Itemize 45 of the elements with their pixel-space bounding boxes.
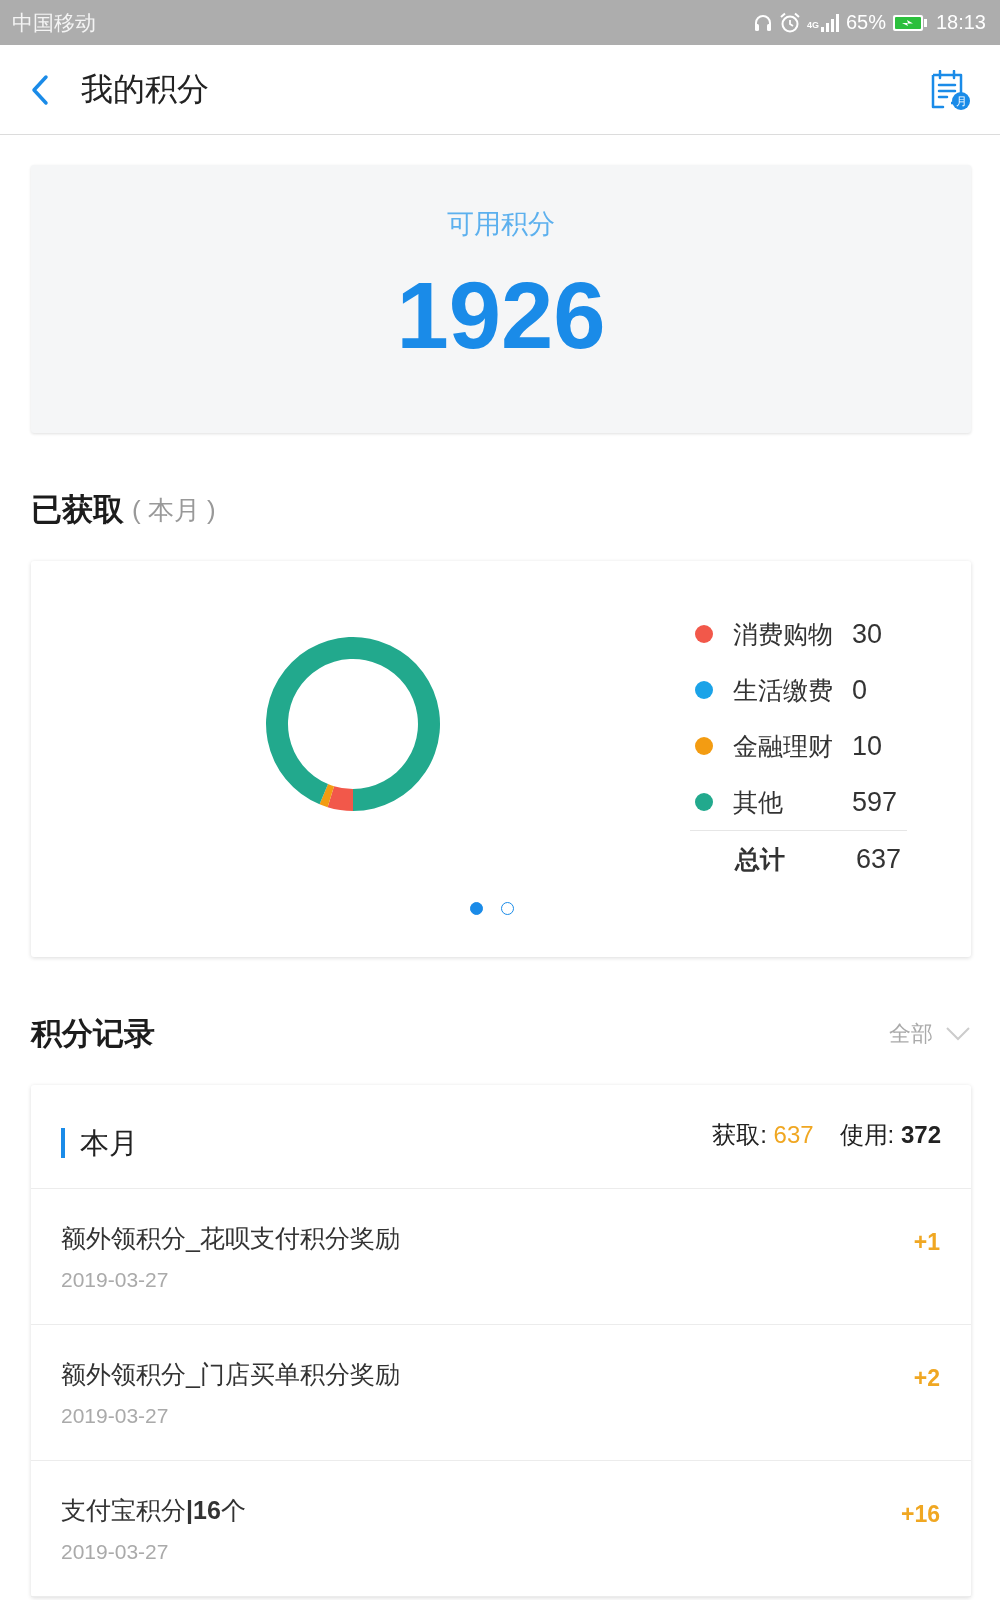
back-icon bbox=[30, 73, 50, 106]
balance-value: 1926 bbox=[396, 262, 606, 370]
period-label: 本月 bbox=[80, 1126, 138, 1160]
page-indicator[interactable] bbox=[470, 902, 483, 915]
monthly-statement-button[interactable]: 月 bbox=[930, 67, 970, 112]
record-points: +16 bbox=[901, 1500, 940, 1528]
clock-time: 18:13 bbox=[935, 11, 986, 34]
section-title: 积分记录 bbox=[31, 1015, 155, 1053]
total-label: 总计 bbox=[735, 843, 786, 875]
record-date: 2019-03-27 bbox=[61, 1403, 170, 1429]
battery-percent: 65% bbox=[845, 11, 886, 34]
headphones-icon bbox=[752, 12, 773, 33]
network-type: 4G bbox=[806, 20, 819, 30]
chevron-down-icon bbox=[945, 1026, 971, 1042]
page-indicator[interactable] bbox=[501, 902, 514, 915]
signal-icon bbox=[819, 12, 840, 33]
legend-label: 生活缴费 bbox=[733, 674, 834, 706]
used-summary: 使用: 372 bbox=[839, 1120, 941, 1150]
legend-value: 30 bbox=[852, 618, 883, 650]
alarm-clock-icon bbox=[778, 11, 801, 34]
filter-dropdown[interactable]: 全部 bbox=[889, 1019, 971, 1049]
record-title: 支付宝积分|16个 bbox=[61, 1495, 246, 1525]
record-points: +1 bbox=[913, 1228, 940, 1256]
record-title: 额外领积分_花呗支付积分奖励 bbox=[61, 1223, 400, 1253]
record-title: 额外领积分_门店买单积分奖励 bbox=[61, 1359, 400, 1389]
legend-label: 消费购物 bbox=[733, 618, 834, 650]
page-title: 我的积分 bbox=[81, 69, 210, 109]
balance-label: 可用积分 bbox=[447, 208, 555, 241]
accent-bar bbox=[61, 1128, 65, 1158]
legend-label: 金融理财 bbox=[733, 730, 834, 762]
record-date: 2019-03-27 bbox=[61, 1267, 170, 1293]
document-icon bbox=[930, 69, 964, 110]
total-value: 637 bbox=[856, 843, 902, 875]
earned-summary: 获取: 637 bbox=[712, 1120, 814, 1150]
legend-label: 其他 bbox=[733, 786, 784, 818]
legend-value: 597 bbox=[852, 786, 898, 818]
section-subtitle: ( 本月 ) bbox=[132, 493, 216, 527]
record-date: 2019-03-27 bbox=[61, 1539, 170, 1565]
carrier-name: 中国移动 bbox=[12, 9, 96, 36]
legend-value: 10 bbox=[852, 730, 883, 762]
battery-icon bbox=[891, 13, 928, 32]
legend-value: 0 bbox=[852, 674, 868, 706]
record-points: +2 bbox=[913, 1364, 940, 1392]
section-title: 已获取 bbox=[31, 491, 124, 529]
month-badge: 月 bbox=[952, 91, 970, 110]
